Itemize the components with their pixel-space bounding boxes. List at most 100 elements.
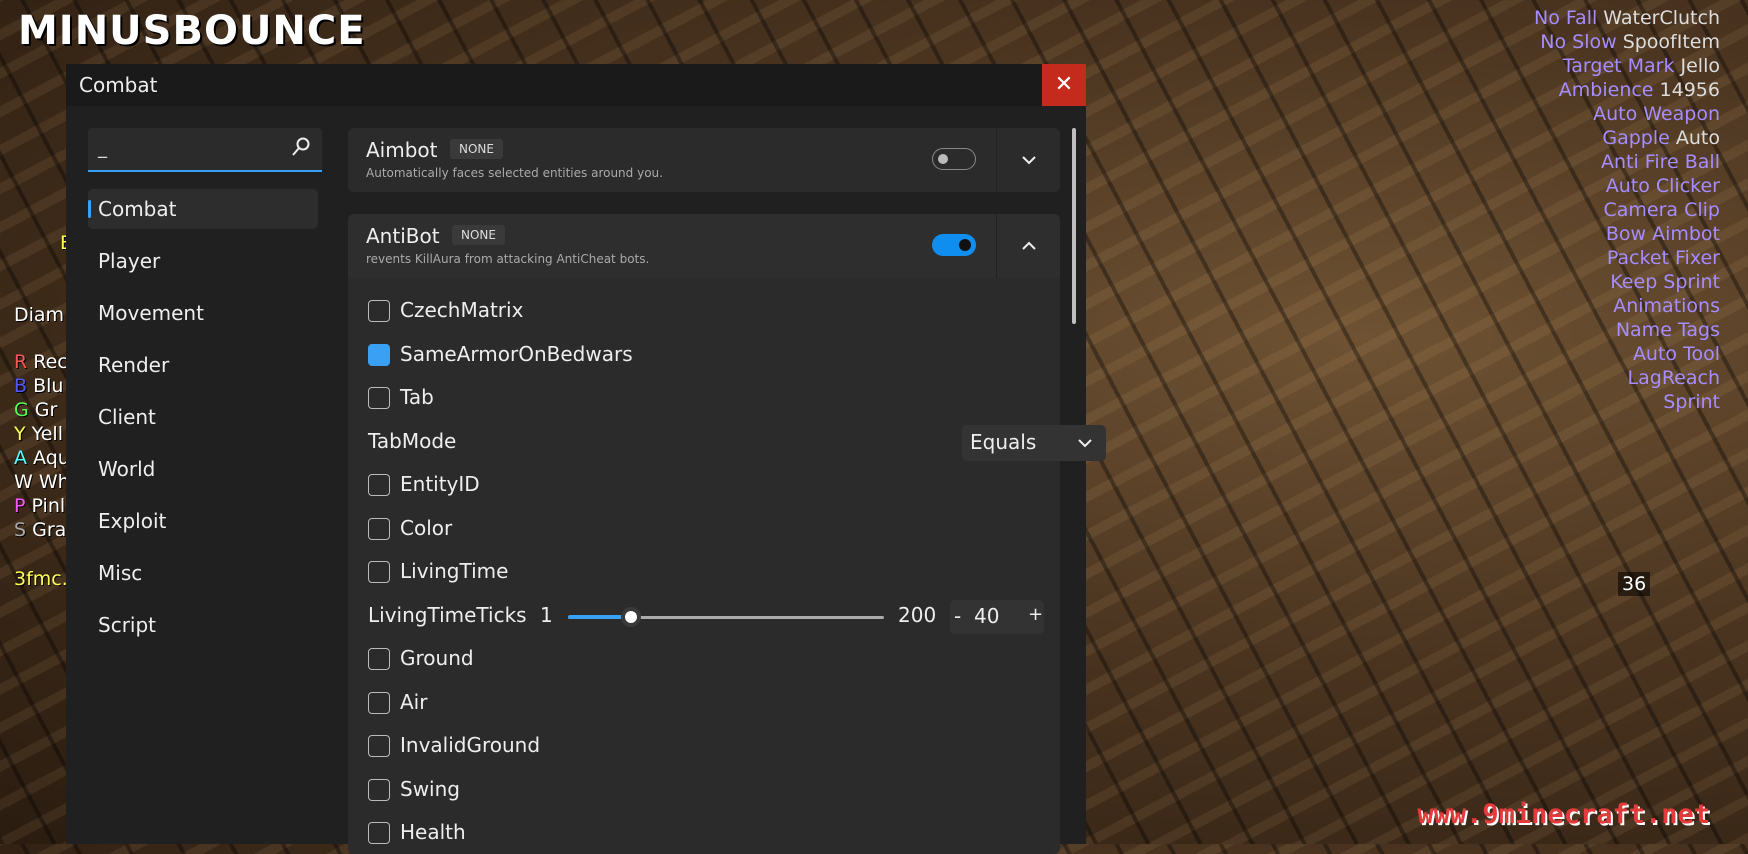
team-letter: W (14, 471, 33, 493)
checkbox[interactable] (368, 735, 390, 757)
fps-counter: 36 (1618, 572, 1651, 596)
arraylist-entry: Auto Tool (1534, 342, 1720, 366)
hud-diamond: Diam (14, 304, 65, 326)
nav-item-player[interactable]: Player (88, 241, 318, 281)
module-name: AntiBot (366, 224, 440, 248)
nav-item-movement[interactable]: Movement (88, 293, 318, 333)
increment-button[interactable]: + (1028, 604, 1043, 625)
module-name: Aimbot (366, 138, 438, 162)
checkbox[interactable] (368, 474, 390, 496)
hud-team-row: R Rec (14, 351, 68, 373)
collapse-button[interactable] (996, 214, 1061, 278)
setting-label: TabMode (368, 429, 457, 453)
setting-label: EntityID (400, 472, 480, 496)
setting-label: CzechMatrix (400, 298, 524, 322)
scrollbar[interactable] (1072, 128, 1076, 324)
arraylist-module-name: Camera Clip (1603, 199, 1721, 221)
nav-item-script[interactable]: Script (88, 605, 318, 645)
setting-label: Swing (400, 777, 460, 801)
expand-button[interactable] (996, 128, 1061, 192)
team-letter: R (14, 351, 28, 373)
module-toggle[interactable] (932, 148, 976, 170)
module-description: Automatically faces selected entities ar… (366, 166, 663, 180)
arraylist-entry: Ambience 14956 (1534, 78, 1720, 102)
arraylist-module-name: Anti Fire Ball (1601, 151, 1720, 173)
arraylist-module-name: Auto Tool (1632, 343, 1720, 365)
module-header[interactable]: Aimbot NONE Automatically faces selected… (348, 128, 1060, 192)
checkbox[interactable] (368, 387, 390, 409)
hud-team-row: P Pinl (14, 495, 65, 517)
checkbox[interactable] (368, 822, 390, 844)
nav-item-world[interactable]: World (88, 449, 318, 489)
value-stepper: - 40 + (950, 600, 1044, 634)
nav-item-exploit[interactable]: Exploit (88, 501, 318, 541)
hud-server: 3fmc. (14, 568, 68, 590)
slider-min: 1 (540, 603, 553, 627)
clickgui-window: Combat ✕ _ Combat Player Movement Render… (66, 64, 1106, 854)
nav-item-misc[interactable]: Misc (88, 553, 318, 593)
setting-label: Color (400, 516, 453, 540)
arraylist-module-tag: Auto (1675, 127, 1720, 149)
team-name: Aqu (33, 447, 70, 469)
team-letter: G (14, 399, 29, 421)
arraylist-module-tag: SpoofItem (1622, 31, 1720, 53)
keybind-badge[interactable]: NONE (450, 139, 503, 159)
setting-label: Health (400, 820, 466, 844)
arraylist-module-name: No Slow (1540, 31, 1617, 53)
hud-team-row: G Gr (14, 399, 57, 421)
livingtimeticks-slider[interactable] (568, 604, 884, 630)
arraylist-module-name: Sprint (1663, 391, 1720, 413)
team-name: Blu (33, 375, 64, 397)
module-header[interactable]: AntiBot NONE revents KillAura from attac… (348, 214, 1060, 278)
watermark: www.9minecraft.net (1417, 799, 1710, 830)
chevron-down-icon (1022, 156, 1036, 165)
arraylist-entry: Packet Fixer (1534, 246, 1720, 270)
search-icon[interactable] (290, 136, 312, 162)
arraylist-entry: Name Tags (1534, 318, 1720, 342)
search-input[interactable]: _ (88, 128, 322, 172)
arraylist-entry: Auto Clicker (1534, 174, 1720, 198)
arraylist-module-name: Ambience (1558, 79, 1654, 101)
arraylist-module-name: Target Mark (1562, 55, 1675, 77)
checkbox[interactable] (368, 518, 390, 540)
checkbox[interactable] (368, 300, 390, 322)
nav-item-combat[interactable]: Combat (88, 189, 318, 229)
arraylist-entry: Target Mark Jello (1534, 54, 1720, 78)
client-logo: MINUSBOUNCE (18, 8, 366, 54)
module-toggle[interactable] (932, 234, 976, 256)
arraylist-module-name: Bow Aimbot (1605, 223, 1720, 245)
setting-label: Ground (400, 646, 474, 670)
setting-label: LivingTime (400, 559, 509, 583)
nav-item-client[interactable]: Client (88, 397, 318, 437)
arraylist-entry: Keep Sprint (1534, 270, 1720, 294)
hud-team-row: A Aqu (14, 447, 70, 469)
checkbox[interactable] (368, 692, 390, 714)
setting-label: Tab (400, 385, 434, 409)
decrement-button[interactable]: - (954, 604, 961, 628)
keybind-badge[interactable]: NONE (452, 225, 505, 245)
setting-label: LivingTimeTicks (368, 603, 527, 627)
checkbox[interactable] (368, 561, 390, 583)
tabmode-dropdown[interactable]: Equals (962, 425, 1106, 461)
stepper-value[interactable]: 40 (974, 604, 999, 628)
team-name: Gr (34, 399, 58, 421)
arraylist-entry: Camera Clip (1534, 198, 1721, 222)
hud-team-row: S Gra (14, 519, 66, 541)
checkbox[interactable] (368, 779, 390, 801)
hud-team-row: W Wh (14, 471, 70, 493)
arraylist-entry: Animations (1534, 294, 1720, 318)
title-bar[interactable]: Combat ✕ (66, 64, 1086, 106)
setting-label: SameArmorOnBedwars (400, 342, 633, 366)
arraylist-entry: Auto Weapon (1534, 102, 1720, 126)
setting-livingtimeticks: LivingTimeTicks (368, 603, 527, 631)
close-button[interactable]: ✕ (1042, 64, 1086, 106)
checkbox[interactable] (368, 648, 390, 670)
arraylist-module-tag: 14956 (1659, 79, 1720, 101)
team-letter: Y (14, 423, 26, 445)
team-name: Rec (33, 351, 68, 373)
nav-item-render[interactable]: Render (88, 345, 318, 385)
module-arraylist: No Fall WaterClutch No Slow SpoofItem Targ… (1534, 6, 1720, 414)
slider-thumb[interactable] (621, 607, 642, 627)
checkbox[interactable] (368, 344, 390, 366)
slider-max: 200 (898, 603, 937, 627)
